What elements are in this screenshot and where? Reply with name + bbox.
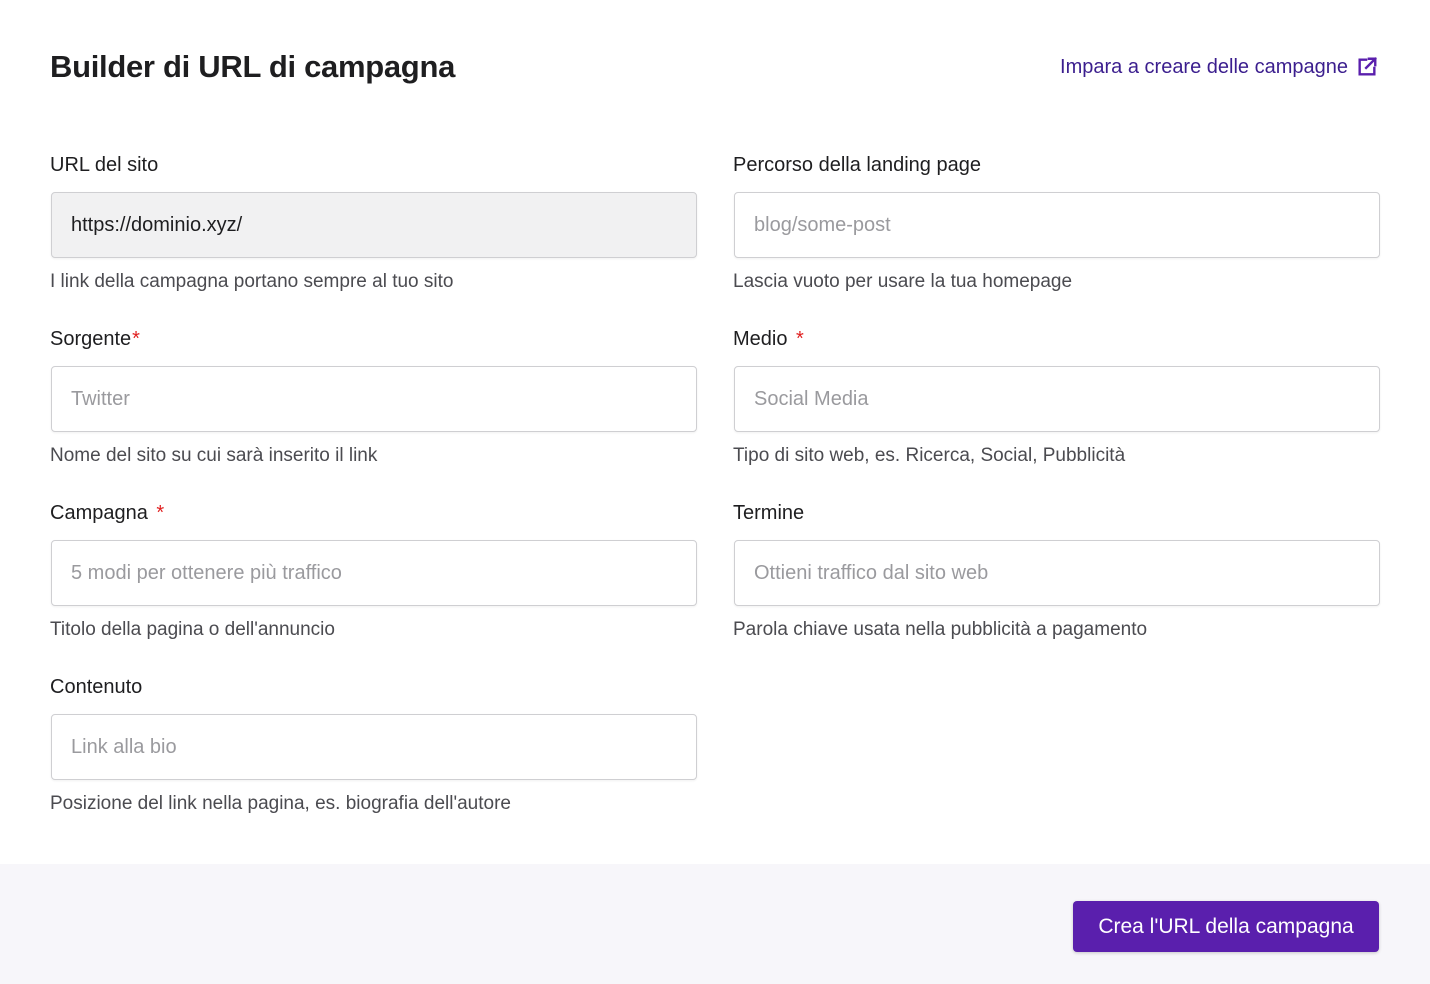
field-medium: Medio * Tipo di sito web, es. Ricerca, S…: [733, 324, 1380, 498]
field-site-url: URL del sito I link della campagna porta…: [50, 150, 697, 324]
field-source: Sorgente* Nome del sito su cui sarà inse…: [50, 324, 697, 498]
term-help: Parola chiave usata nella pubblicità a p…: [733, 619, 1148, 640]
campaign-input[interactable]: [51, 540, 697, 606]
required-asterisk: *: [132, 328, 140, 350]
source-label: Sorgente*: [50, 328, 140, 350]
field-content: Contenuto Posizione del link nella pagin…: [50, 672, 697, 846]
source-help: Nome del sito su cui sarà inserito il li…: [50, 445, 378, 466]
site-url-input[interactable]: [51, 192, 697, 258]
medium-help: Tipo di sito web, es. Ricerca, Social, P…: [733, 445, 1126, 466]
learn-link-label: Impara a creare delle campagne: [1060, 55, 1348, 78]
campaign-help: Titolo della pagina o dell'annuncio: [50, 619, 335, 640]
required-asterisk: *: [796, 328, 804, 350]
learn-campaigns-link[interactable]: Impara a creare delle campagne: [1060, 56, 1378, 79]
page-title: Builder di URL di campagna: [50, 49, 456, 84]
term-input[interactable]: [734, 540, 1380, 606]
landing-path-help: Lascia vuoto per usare la tua homepage: [733, 271, 1073, 292]
medium-input[interactable]: [734, 366, 1380, 432]
field-landing-path: Percorso della landing page Lascia vuoto…: [733, 150, 1380, 324]
field-term: Termine Parola chiave usata nella pubbli…: [733, 498, 1380, 672]
content-input[interactable]: [51, 714, 697, 780]
site-url-help: I link della campagna portano sempre al …: [50, 271, 454, 292]
content-label: Contenuto: [50, 676, 143, 698]
page-header: Builder di URL di campagna Impara a crea…: [50, 44, 1378, 90]
landing-path-label: Percorso della landing page: [733, 154, 981, 176]
campaign-form: URL del sito I link della campagna porta…: [50, 150, 1381, 846]
term-label: Termine: [733, 502, 805, 524]
create-campaign-url-button[interactable]: Crea l'URL della campagna: [1073, 901, 1379, 952]
content-help: Posizione del link nella pagina, es. bio…: [50, 793, 511, 814]
form-footer: Crea l'URL della campagna: [0, 864, 1430, 984]
external-link-icon: [1358, 57, 1377, 76]
field-campaign: Campagna * Titolo della pagina o dell'an…: [50, 498, 697, 672]
campaign-label: Campagna *: [50, 502, 165, 524]
site-url-label: URL del sito: [50, 154, 159, 176]
source-input[interactable]: [51, 366, 697, 432]
medium-label: Medio *: [733, 328, 804, 350]
required-asterisk: *: [156, 502, 165, 524]
landing-path-input[interactable]: [734, 192, 1380, 258]
